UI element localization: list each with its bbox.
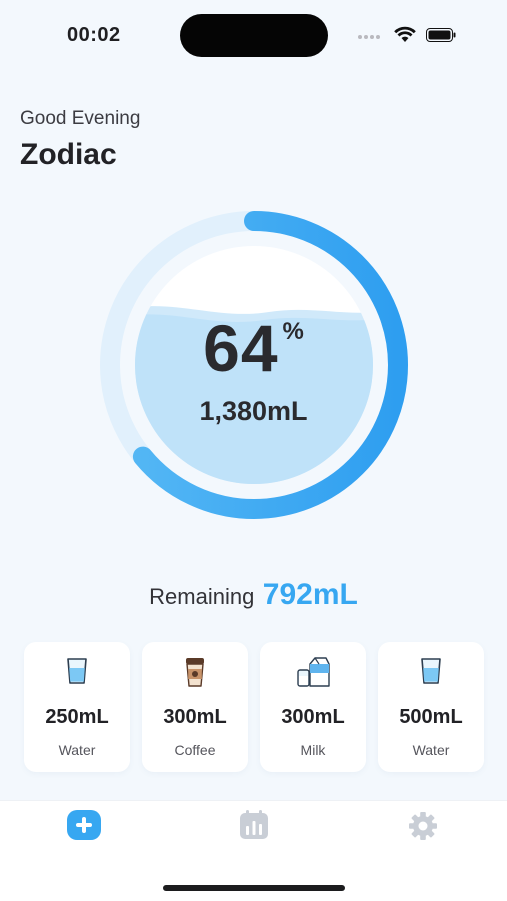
gear-icon bbox=[409, 812, 437, 840]
water-glass-icon bbox=[24, 656, 130, 690]
drink-label: Milk bbox=[300, 742, 326, 758]
tab-bar bbox=[0, 800, 507, 901]
calendar-stats-icon bbox=[240, 810, 268, 839]
battery-icon bbox=[426, 28, 456, 42]
drink-card-coffee[interactable]: 300mL Coffee bbox=[142, 642, 248, 772]
drink-amount: 500mL bbox=[399, 706, 463, 728]
drink-label: Water bbox=[58, 742, 96, 758]
dynamic-island bbox=[180, 14, 328, 57]
home-indicator bbox=[163, 885, 345, 891]
user-name: Zodiac bbox=[20, 138, 117, 171]
status-time: 00:02 bbox=[67, 24, 121, 46]
water-glass-icon bbox=[378, 656, 484, 690]
tab-stats[interactable] bbox=[236, 809, 276, 845]
tab-settings[interactable] bbox=[405, 809, 445, 845]
remaining-line: Remaining 792mL bbox=[0, 578, 507, 612]
drink-card-milk[interactable]: 300mL Milk bbox=[260, 642, 366, 772]
milk-carton-icon bbox=[260, 656, 366, 690]
remaining-value: 792mL bbox=[262, 578, 358, 611]
consumed-volume: 1,380mL bbox=[199, 396, 308, 426]
drink-label: Water bbox=[412, 742, 450, 758]
wifi-icon bbox=[394, 26, 416, 42]
percent-display: 64% bbox=[0, 310, 507, 386]
drink-card-water-250[interactable]: 250mL Water bbox=[24, 642, 130, 772]
drink-amount: 300mL bbox=[163, 706, 227, 728]
tab-add[interactable] bbox=[65, 809, 105, 845]
percent-value: 64 bbox=[203, 311, 279, 385]
greeting-text: Good Evening bbox=[20, 108, 141, 129]
percent-sign: % bbox=[282, 318, 304, 345]
drink-card-water-500[interactable]: 500mL Water bbox=[378, 642, 484, 772]
drink-label: Coffee bbox=[174, 742, 216, 758]
drink-amount: 300mL bbox=[281, 706, 345, 728]
drink-cards: 250mL Water 300mL Coffee 300mL Milk 500m… bbox=[24, 642, 484, 772]
add-icon bbox=[67, 810, 101, 840]
cellular-signal-icon bbox=[358, 35, 382, 53]
remaining-label: Remaining bbox=[149, 584, 255, 609]
drink-amount: 250mL bbox=[45, 706, 109, 728]
coffee-cup-icon bbox=[142, 656, 248, 690]
